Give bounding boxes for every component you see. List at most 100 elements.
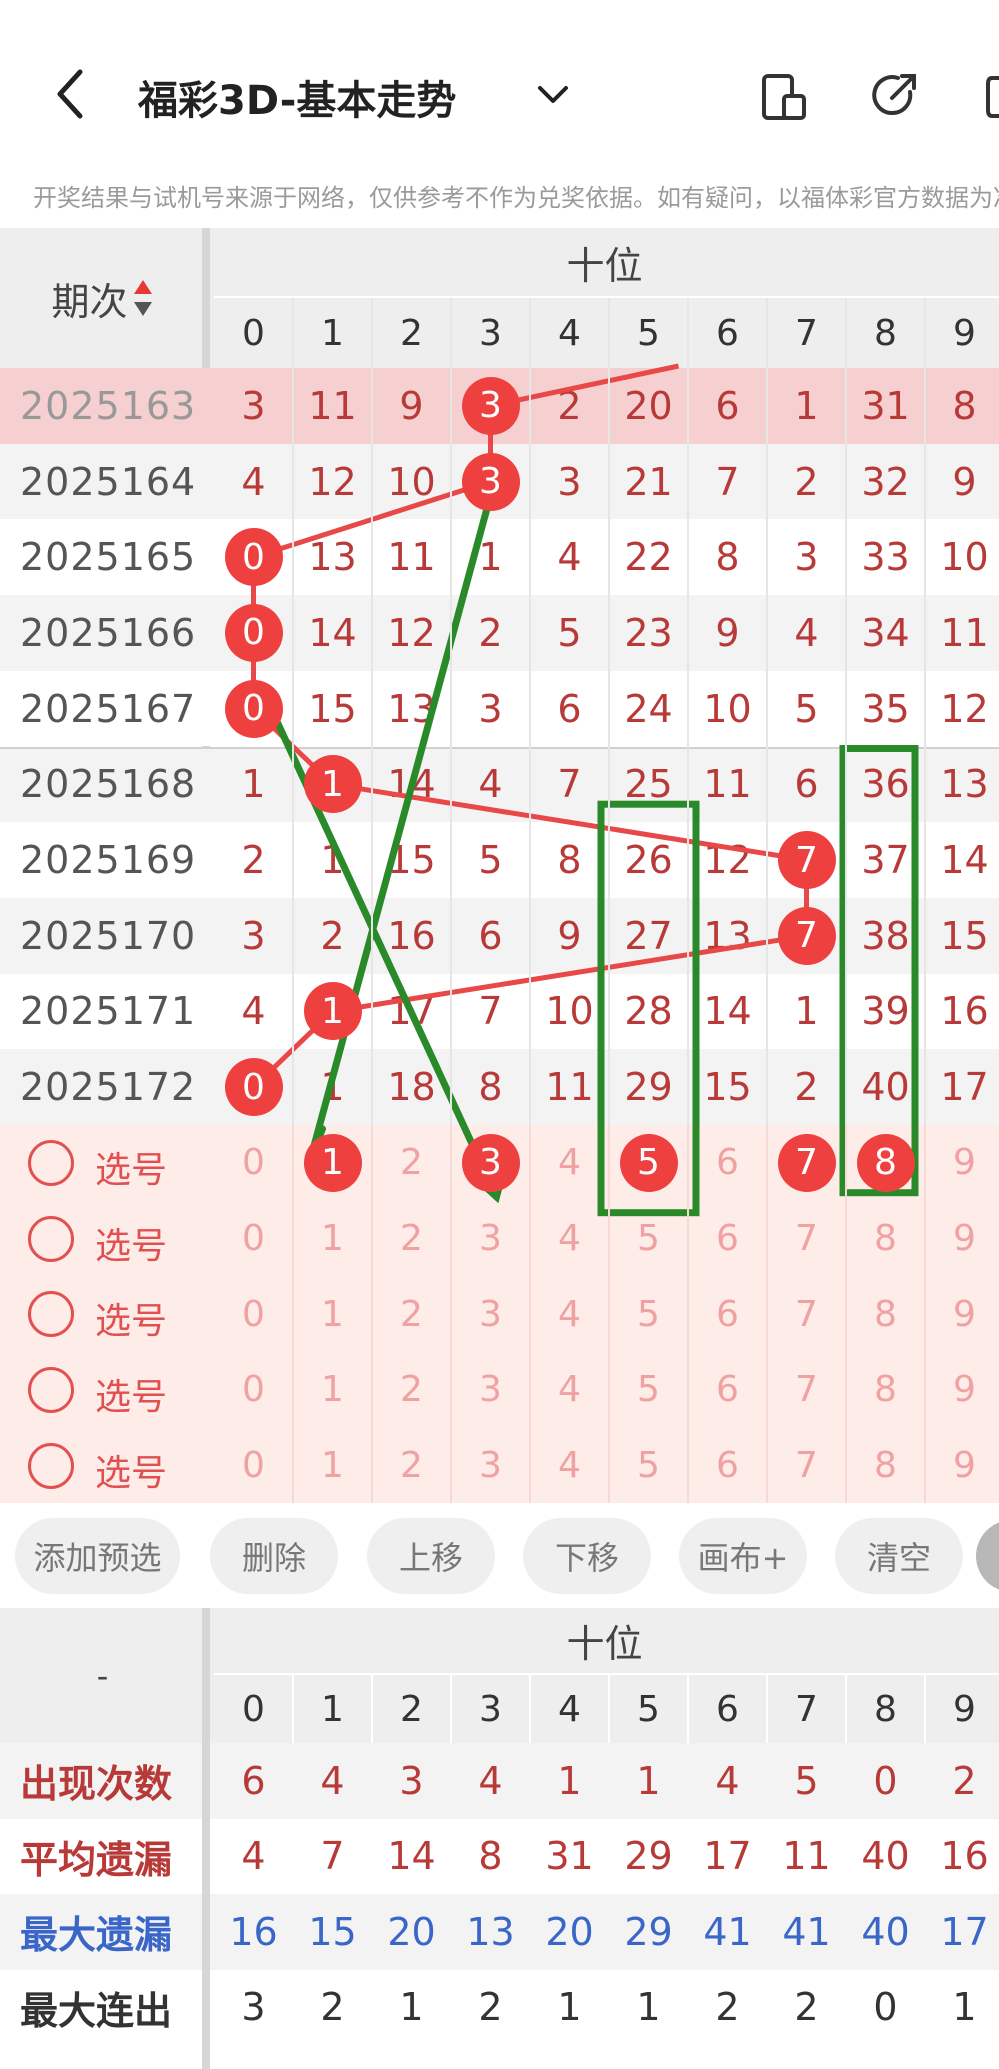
grid-line bbox=[450, 1125, 452, 1504]
canvas-plus-button[interactable]: 画布+ bbox=[679, 1518, 807, 1594]
grid-line bbox=[687, 1675, 689, 1743]
stats-cell: 4 bbox=[478, 1758, 503, 1803]
stats-cell: 16 bbox=[940, 1834, 989, 1879]
stats-cell: 16 bbox=[229, 1909, 278, 1954]
stats-cell: 1 bbox=[557, 1758, 582, 1803]
grid-line bbox=[687, 1125, 689, 1504]
grid-line bbox=[292, 1675, 294, 1743]
page-title[interactable]: 福彩3D-基本走势 bbox=[138, 68, 456, 126]
stats-cell: 7 bbox=[320, 1834, 345, 1879]
stats-digit-cell: 1 bbox=[321, 1688, 344, 1730]
stats-cell: 29 bbox=[624, 1909, 673, 1954]
selected-pick-ball[interactable]: 7 bbox=[777, 1133, 836, 1192]
selected-pick-ball[interactable]: 3 bbox=[461, 1133, 520, 1192]
stats-row-label: 出现次数 bbox=[20, 1762, 173, 1807]
stats-cell: 4 bbox=[320, 1758, 345, 1803]
delete-button[interactable]: 删除 bbox=[210, 1518, 338, 1594]
stats-cell: 1 bbox=[952, 1985, 977, 2030]
stats-cell: 41 bbox=[703, 1909, 752, 1954]
header: 福彩3D-基本走势 bbox=[0, 0, 999, 165]
stats-column-divider bbox=[202, 1608, 210, 2069]
clear-button[interactable]: 清空 bbox=[835, 1518, 963, 1594]
stats-digit-cell: 7 bbox=[795, 1688, 818, 1730]
device-icon[interactable] bbox=[760, 72, 810, 122]
stats-cell: 2 bbox=[478, 1985, 503, 2030]
grid-line bbox=[371, 1675, 373, 1743]
stats-cell: 5 bbox=[794, 1758, 819, 1803]
selected-pick-ball[interactable]: 8 bbox=[856, 1133, 915, 1192]
hit-ball: 7 bbox=[777, 906, 836, 965]
hit-ball: 3 bbox=[461, 376, 520, 435]
stats-cell: 20 bbox=[387, 1909, 436, 1954]
trend-table: 期次 十位 0123456789 20251633119322061318202… bbox=[0, 228, 999, 1504]
stats-cell: 20 bbox=[545, 1909, 594, 1954]
stats-digit-cell: 6 bbox=[716, 1688, 739, 1730]
stats-corner: - bbox=[96, 1656, 109, 1695]
stats-cell: 0 bbox=[873, 1985, 898, 2030]
annotation-line bbox=[262, 693, 500, 1201]
hit-ball: 1 bbox=[303, 755, 362, 814]
stats-cell: 1 bbox=[636, 1758, 661, 1803]
stats-row-label: 平均遗漏 bbox=[20, 1837, 173, 1882]
disclaimer-text: 开奖结果与试机号来源于网络，仅供参考不作为兑奖依据。如有疑问，以福体彩官方数据为… bbox=[33, 184, 999, 212]
hit-ball: 1 bbox=[303, 982, 362, 1041]
grid-line bbox=[529, 1125, 531, 1504]
grid-line bbox=[845, 1675, 847, 1743]
stats-cell: 40 bbox=[861, 1834, 910, 1879]
grid-line bbox=[529, 1675, 531, 1743]
add-preselect-button[interactable]: 添加预选 bbox=[15, 1518, 180, 1594]
stats-table: - 十位 0123456789 出现次数 6 4 3 4 1 1 4 5 0 2 平均遗漏 4 7 14 8 3… bbox=[0, 1608, 999, 2069]
chevron-down-icon[interactable] bbox=[536, 84, 570, 106]
stats-digit-cell: 9 bbox=[953, 1688, 976, 1730]
selected-pick-ball[interactable]: 5 bbox=[619, 1133, 678, 1192]
stats-cell: 29 bbox=[624, 1834, 673, 1879]
stats-cell: 2 bbox=[794, 1985, 819, 2030]
stats-cell: 15 bbox=[308, 1909, 357, 1954]
stats-cell: 2 bbox=[320, 1985, 345, 2030]
stats-cell: 0 bbox=[873, 1758, 898, 1803]
annotation-box bbox=[839, 745, 919, 1197]
more-icon[interactable] bbox=[984, 74, 999, 120]
stats-cell: 17 bbox=[940, 1909, 989, 1954]
stats-cell: 2 bbox=[715, 1985, 740, 2030]
stats-cell: 3 bbox=[399, 1758, 424, 1803]
stats-cell: 40 bbox=[861, 1909, 910, 1954]
selected-pick-ball[interactable]: 1 bbox=[303, 1133, 362, 1192]
stats-digit-cell: 3 bbox=[479, 1688, 502, 1730]
annotation-line bbox=[307, 492, 494, 1163]
grid-line bbox=[292, 1125, 294, 1504]
stats-cell: 1 bbox=[399, 1985, 424, 2030]
move-down-button[interactable]: 下移 bbox=[523, 1518, 651, 1594]
hit-ball: 0 bbox=[224, 1058, 283, 1117]
grid-line bbox=[766, 1125, 768, 1504]
grid-line bbox=[924, 1125, 926, 1504]
stats-group-header: 十位 bbox=[566, 1622, 643, 1666]
stats-cell: 13 bbox=[466, 1909, 515, 1954]
grid-line bbox=[766, 1675, 768, 1743]
grid-line bbox=[845, 1125, 847, 1504]
stats-cell: 1 bbox=[557, 1985, 582, 2030]
stats-digit-cell: 0 bbox=[242, 1688, 265, 1730]
stats-cell: 1 bbox=[636, 1985, 661, 2030]
share-icon[interactable] bbox=[870, 70, 920, 120]
stats-cell: 6 bbox=[241, 1758, 266, 1803]
grid-line bbox=[371, 1125, 373, 1504]
hit-ball: 0 bbox=[224, 528, 283, 587]
stats-cell: 4 bbox=[241, 1834, 266, 1879]
stats-cell: 17 bbox=[703, 1834, 752, 1879]
stats-cell: 11 bbox=[782, 1834, 831, 1879]
stats-cell: 14 bbox=[387, 1834, 436, 1879]
stats-digit-cell: 8 bbox=[874, 1688, 897, 1730]
stats-cell: 31 bbox=[545, 1834, 594, 1879]
grid-line bbox=[924, 1675, 926, 1743]
stats-cell: 3 bbox=[241, 1985, 266, 2030]
move-up-button[interactable]: 上移 bbox=[367, 1518, 495, 1594]
stats-row-label: 最大连出 bbox=[20, 1988, 173, 2033]
stats-cell: 41 bbox=[782, 1909, 831, 1954]
stats-digit-cell: 2 bbox=[400, 1688, 423, 1730]
hit-ball: 3 bbox=[461, 452, 520, 511]
grid-line bbox=[450, 1675, 452, 1743]
stats-cell: 2 bbox=[952, 1758, 977, 1803]
back-arrow-icon[interactable] bbox=[50, 66, 90, 122]
stats-cell: 4 bbox=[715, 1758, 740, 1803]
